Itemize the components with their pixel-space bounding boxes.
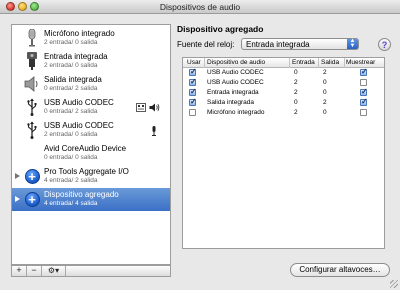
window-title: Dispositivos de audio [159,2,241,12]
disclosure-triangle[interactable] [15,173,20,179]
device-channels: 2 entrada/ 0 salida [44,62,98,69]
title-bar[interactable]: Dispositivos de audio [0,0,400,14]
column-header-device[interactable]: Dispositivo de audio [207,59,265,66]
device-item[interactable]: + Pro Tools Aggregate I/O 4 entrada/ 2 s… [12,165,170,188]
row-input: 2 [294,79,298,86]
speaker-icon [24,75,40,93]
use-checkbox[interactable] [189,97,197,106]
device-item-selected[interactable]: + Dispositivo agregado 4 entrada/ 4 sali… [12,188,170,211]
device-channels: 2 entrada/ 0 salida [44,131,98,138]
table-header: Usar Dispositivo de audio Entrada Salida… [183,58,384,68]
table-row[interactable]: Entrada integrada 2 0 [183,87,384,98]
device-item[interactable]: Salida integrada 0 entrada/ 2 salida [12,73,170,96]
finder-icon [136,103,146,114]
row-device: Entrada integrada [207,89,259,96]
aggregate-icon: + [24,167,40,185]
use-checkbox[interactable] [189,109,196,116]
device-title: Dispositivo agregado [177,24,264,34]
select-arrows-icon: ▲ ▼ [347,38,358,49]
resample-checkbox[interactable] [360,97,368,106]
resample-checkbox[interactable] [360,87,368,96]
row-output: 0 [323,109,327,116]
device-name: Dispositivo agregado [44,190,119,199]
device-channels: 4 entrada/ 2 salida [44,177,98,184]
row-device: Salida integrada [207,99,254,106]
resample-checkbox[interactable] [360,67,368,76]
device-name: Pro Tools Aggregate I/O [44,167,129,176]
clock-source-label: Fuente del reloj: [177,40,235,49]
clock-source-value: Entrada integrada [246,40,310,49]
device-list-toolbar: + − ⚙▾ [11,265,171,277]
audio-devices-window: Dispositivos de audio Micrófono integrad… [0,0,400,290]
device-item[interactable]: Entrada integrada 2 entrada/ 0 salida [12,50,170,73]
use-checkbox[interactable] [189,77,197,86]
resize-grip[interactable] [390,280,398,288]
device-name: USB Audio CODEC [44,98,114,107]
device-name: Avid CoreAudio Device [44,144,127,153]
row-input: 0 [294,69,298,76]
row-device: USB Audio CODEC [207,69,264,76]
use-checkbox[interactable] [189,67,197,76]
microphone-icon [24,29,40,47]
row-output: 0 [323,89,327,96]
configure-speakers-button[interactable]: Configurar altavoces… [290,263,390,277]
device-list[interactable]: Micrófono integrado 2 entrada/ 0 salida … [11,24,171,265]
line-in-icon [24,52,40,70]
table-row[interactable]: USB Audio CODEC 2 0 [183,77,384,88]
device-channels: 0 entrada/ 2 salida [44,108,98,115]
row-output: 0 [323,79,327,86]
device-channels: 0 entrada/ 2 salida [44,85,98,92]
device-channels: 2 entrada/ 0 salida [44,39,98,46]
help-button[interactable]: ? [378,38,391,51]
speaker-volume-icon [149,103,160,114]
aggregate-icon: + [24,190,40,208]
resample-checkbox[interactable] [360,79,367,86]
device-channels: 4 entrada/ 4 salida [44,200,98,207]
remove-device-button[interactable]: − [27,266,42,276]
row-input: 2 [294,109,298,116]
table-row[interactable]: USB Audio CODEC 0 2 [183,67,384,78]
device-name: Entrada integrada [44,52,108,61]
row-device: USB Audio CODEC [207,79,264,86]
microphone-small-icon [151,126,157,138]
subdevice-table: Usar Dispositivo de audio Entrada Salida… [182,57,385,249]
row-input: 0 [294,99,298,106]
row-input: 2 [294,89,298,96]
device-name: USB Audio CODEC [44,121,114,130]
row-output: 2 [323,99,327,106]
add-device-button[interactable]: + [12,266,27,276]
row-device: Micrófono integrado [207,109,265,116]
table-row[interactable]: Micrófono integrado 2 0 [183,108,384,118]
column-header-use[interactable]: Usar [187,59,201,66]
column-header-output[interactable]: Salida [321,59,339,66]
device-item[interactable]: Avid CoreAudio Device 0 entrada/ 0 salid… [12,142,170,165]
device-name: Micrófono integrado [44,29,115,38]
device-item[interactable]: USB Audio CODEC 2 entrada/ 0 salida [12,119,170,142]
resample-checkbox[interactable] [360,109,367,116]
usb-icon [24,98,40,116]
disclosure-triangle[interactable] [15,196,20,202]
device-channels: 0 entrada/ 0 salida [44,154,98,161]
row-output: 2 [323,69,327,76]
device-item[interactable]: Micrófono integrado 2 entrada/ 0 salida [12,27,170,50]
table-row[interactable]: Salida integrada 0 2 [183,97,384,108]
column-header-resample[interactable]: Muestrear [346,59,375,66]
device-item[interactable]: USB Audio CODEC 0 entrada/ 2 salida [12,96,170,119]
clock-source-select[interactable]: Entrada integrada ▲ ▼ [241,38,359,50]
column-header-input[interactable]: Entrada [292,59,315,66]
use-checkbox[interactable] [189,87,197,96]
gear-menu-button[interactable]: ⚙▾ [42,266,66,276]
usb-icon [24,121,40,139]
device-name: Salida integrada [44,75,102,84]
